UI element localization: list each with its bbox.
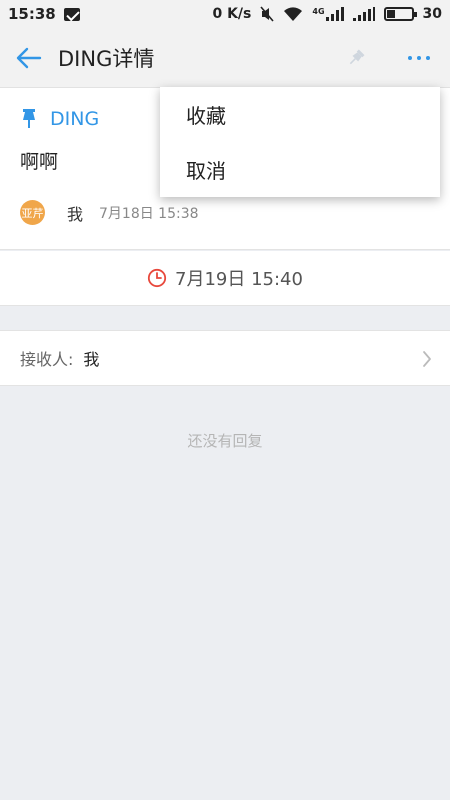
signal-icon-2 — [352, 7, 375, 21]
signal-icon — [325, 7, 344, 21]
arrow-left-icon — [16, 47, 42, 68]
status-bar: 15:38 0 K/s 4G 30 — [0, 0, 450, 28]
ding-label: DING — [50, 108, 100, 130]
page-title: DING详情 — [58, 46, 155, 71]
clock-icon — [147, 268, 167, 288]
app-bar: DING详情 — [0, 28, 450, 88]
battery-icon — [383, 7, 417, 21]
receiver-value: 我 — [83, 350, 100, 369]
sent-time: 7月18日 15:38 — [99, 205, 199, 222]
reminder-time: 7月19日 15:40 — [175, 269, 303, 290]
more-dot-icon — [426, 56, 430, 60]
avatar[interactable]: 亚芹 — [20, 200, 45, 225]
ding-message: 啊啊 — [20, 151, 59, 173]
more-dot-icon — [417, 56, 421, 60]
chevron-right-icon — [423, 351, 431, 367]
receiver-row[interactable]: 接收人: 我 — [0, 330, 450, 386]
empty-replies-text: 还没有回复 — [187, 432, 263, 450]
pin-icon — [349, 49, 365, 65]
receiver-label: 接收人: — [20, 350, 74, 369]
signal-4g: 4G — [312, 7, 344, 21]
mute-icon — [260, 6, 274, 22]
network-type: 4G — [312, 7, 325, 16]
pin-button[interactable] — [346, 48, 366, 72]
more-options-button[interactable] — [408, 56, 430, 60]
back-button[interactable] — [0, 28, 58, 88]
wifi-icon — [284, 7, 303, 21]
menu-item-favorite[interactable]: 收藏 — [160, 87, 440, 142]
more-dot-icon — [408, 56, 412, 60]
status-time: 15:38 — [8, 5, 56, 23]
sender-row: 亚芹 我 7月18日 15:38 — [20, 200, 199, 225]
status-icons: 0 K/s 4G 30 — [212, 6, 442, 22]
menu-item-cancel[interactable]: 取消 — [160, 142, 440, 197]
sender-name: 我 — [67, 204, 84, 224]
popup-menu: 收藏 取消 — [160, 87, 440, 197]
pin-icon — [23, 109, 35, 128]
reminder-row[interactable]: 7月19日 15:40 — [0, 251, 450, 306]
message-notification-icon — [63, 7, 80, 21]
battery-level: 30 — [422, 6, 442, 22]
network-speed: 0 K/s — [212, 6, 252, 22]
ding-header: DING — [20, 108, 99, 130]
